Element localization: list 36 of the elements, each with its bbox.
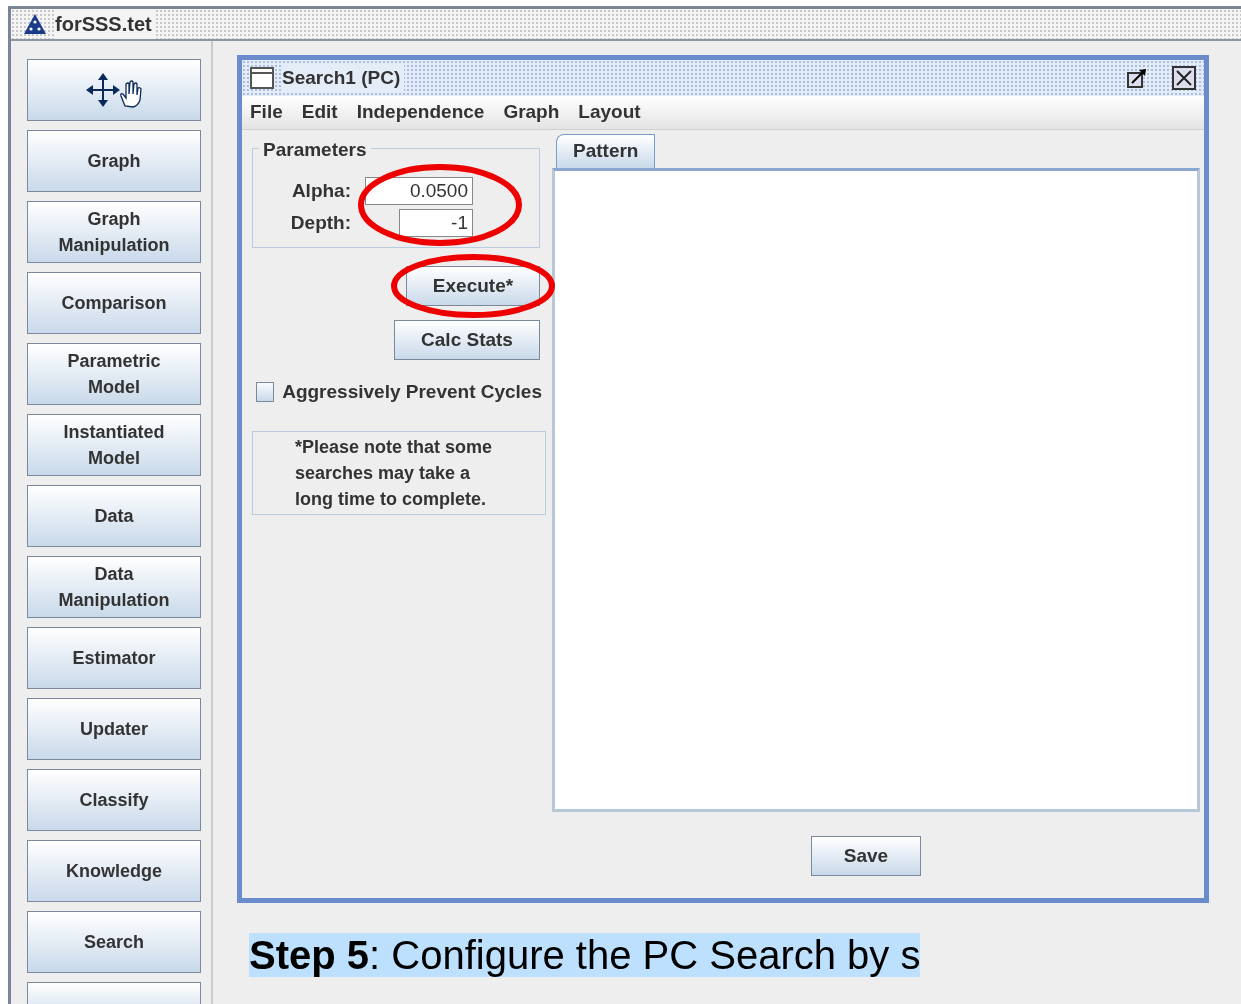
sidebar-button[interactable]: Instantiated Model [27,414,201,476]
save-button[interactable]: Save [811,836,921,876]
sidebar-button[interactable]: Updater [27,698,201,760]
number-field[interactable]: 0.0500 [365,177,473,205]
menu-item[interactable]: Layout [578,98,641,127]
sidebar-button[interactable]: Comparison [27,272,201,334]
checkbox-label: Aggressively Prevent Cycles [282,380,542,404]
triangle-logo-icon [23,13,47,35]
sidebar-button[interactable]: Data [27,485,201,547]
action-button[interactable]: Calc Stats [394,320,540,360]
sidebar-button[interactable]: Parametric Model [27,343,201,405]
sidebar-button[interactable]: Search [27,911,201,973]
close-icon[interactable] [1172,66,1196,90]
window-icon [250,67,274,89]
menu-item[interactable]: File [250,98,283,127]
field-label: Depth: [289,210,352,235]
sidebar-button[interactable]: Graph Manipulation [27,201,201,263]
note-text: *Please note that some searches may take a long time to complete. [295,435,494,511]
menu-item[interactable]: Edit [301,98,338,127]
field-label: Alpha: [290,178,352,203]
move-tool-button[interactable] [27,59,201,121]
window-title: Search1 (PC) [282,63,405,93]
sidebar-button[interactable]: Estimator [27,627,201,689]
sidebar-button[interactable]: Graph [27,130,201,192]
sidebar-button[interactable]: Data Manipulation [27,556,201,618]
step-caption: Step 5: Configure the PC Search by s [249,933,921,977]
window-title: forSSS.tet [55,9,156,39]
menu-item[interactable]: Independence [356,98,485,127]
menu-item[interactable]: Graph [503,98,560,127]
tab[interactable]: Pattern [556,134,656,168]
sidebar-button[interactable]: Knowledge [27,840,201,902]
maximize-icon[interactable] [1126,67,1148,89]
action-button[interactable]: Execute* [406,266,540,306]
checkbox[interactable] [256,382,275,403]
sidebar-button[interactable]: Classify [27,769,201,831]
number-field[interactable]: -1 [399,209,473,237]
